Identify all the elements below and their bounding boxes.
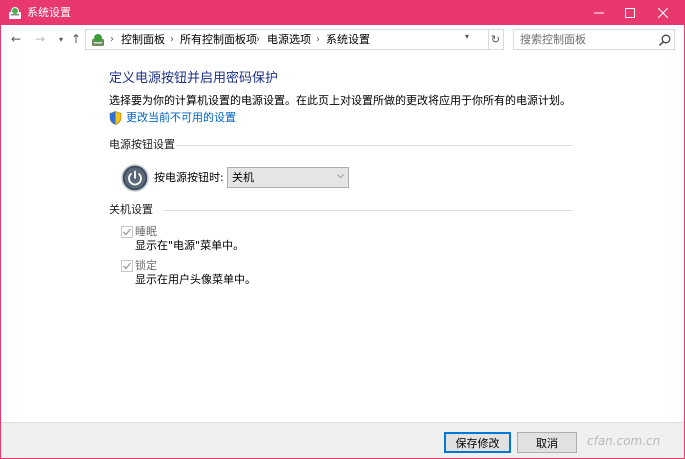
lock-description: 显示在用户头像菜单中。: [135, 273, 256, 286]
page-description: 选择要为你的计算机设置的电源设置。在此页上对设置所做的更改将应用于你所有的电源计…: [109, 94, 571, 107]
lock-label: 锁定: [135, 259, 157, 272]
sleep-checkbox[interactable]: [121, 226, 133, 238]
forward-arrow-icon[interactable]: →: [32, 31, 48, 47]
breadcrumb-separator-icon: ›: [110, 34, 114, 45]
breadcrumb-system-settings[interactable]: 系统设置: [326, 33, 370, 47]
select-value: 关机: [232, 171, 254, 184]
address-dropdown-chevron-icon[interactable]: ▾: [465, 32, 469, 41]
search-input[interactable]: [514, 30, 654, 49]
breadcrumb-separator-icon: ›: [256, 34, 260, 45]
breadcrumb-power-options[interactable]: 电源选项: [267, 33, 311, 47]
system-settings-window: 系统设置 ← → ▾ ↑ › 控制面板 › 所有控制面板项 › 电源选项 › 系…: [0, 0, 685, 459]
window-title: 系统设置: [27, 6, 71, 19]
title-bar: 系统设置: [1, 1, 684, 25]
sleep-label: 睡眠: [135, 225, 157, 238]
recent-locations-chevron-icon[interactable]: ▾: [53, 31, 69, 47]
breadcrumb-separator-icon: ›: [170, 34, 174, 45]
breadcrumb-control-panel[interactable]: 控制面板: [121, 33, 165, 47]
refresh-icon[interactable]: ↻: [488, 29, 504, 50]
minimize-button[interactable]: [582, 1, 616, 25]
close-button[interactable]: [646, 1, 680, 25]
divider: [176, 145, 573, 146]
control-panel-icon: [90, 32, 106, 48]
power-icon: [121, 164, 149, 192]
save-changes-button[interactable]: 保存修改: [444, 432, 511, 453]
search-box[interactable]: [513, 29, 675, 50]
power-button-action-select[interactable]: 关机 ⌵: [227, 167, 349, 188]
up-arrow-icon[interactable]: ↑: [68, 31, 84, 47]
footer-bar: 保存修改 取消: [1, 422, 684, 458]
search-icon[interactable]: [658, 33, 672, 47]
change-link-label[interactable]: 更改当前不可用的设置: [126, 111, 236, 125]
control-panel-app-icon: [8, 6, 22, 20]
page-title: 定义电源按钮并启用密码保护: [109, 71, 279, 86]
breadcrumb-separator-icon: ›: [316, 34, 320, 45]
chevron-down-icon: ⌵: [337, 171, 344, 181]
address-bar[interactable]: › 控制面板 › 所有控制面板项 › 电源选项 › 系统设置: [85, 29, 489, 50]
power-button-settings-heading: 电源按钮设置: [109, 138, 175, 151]
back-arrow-icon[interactable]: ←: [8, 31, 24, 47]
cancel-button[interactable]: 取消: [517, 432, 577, 453]
maximize-button[interactable]: [613, 1, 647, 25]
uac-shield-icon: [109, 111, 122, 125]
lock-checkbox[interactable]: [121, 260, 133, 272]
divider: [164, 210, 573, 211]
shutdown-settings-heading: 关机设置: [109, 203, 153, 216]
power-button-label: 按电源按钮时:: [154, 171, 224, 184]
breadcrumb-all-items[interactable]: 所有控制面板项: [180, 33, 257, 47]
watermark: cfan.com.cn: [587, 434, 661, 448]
sleep-description: 显示在"电源"菜单中。: [135, 239, 245, 252]
